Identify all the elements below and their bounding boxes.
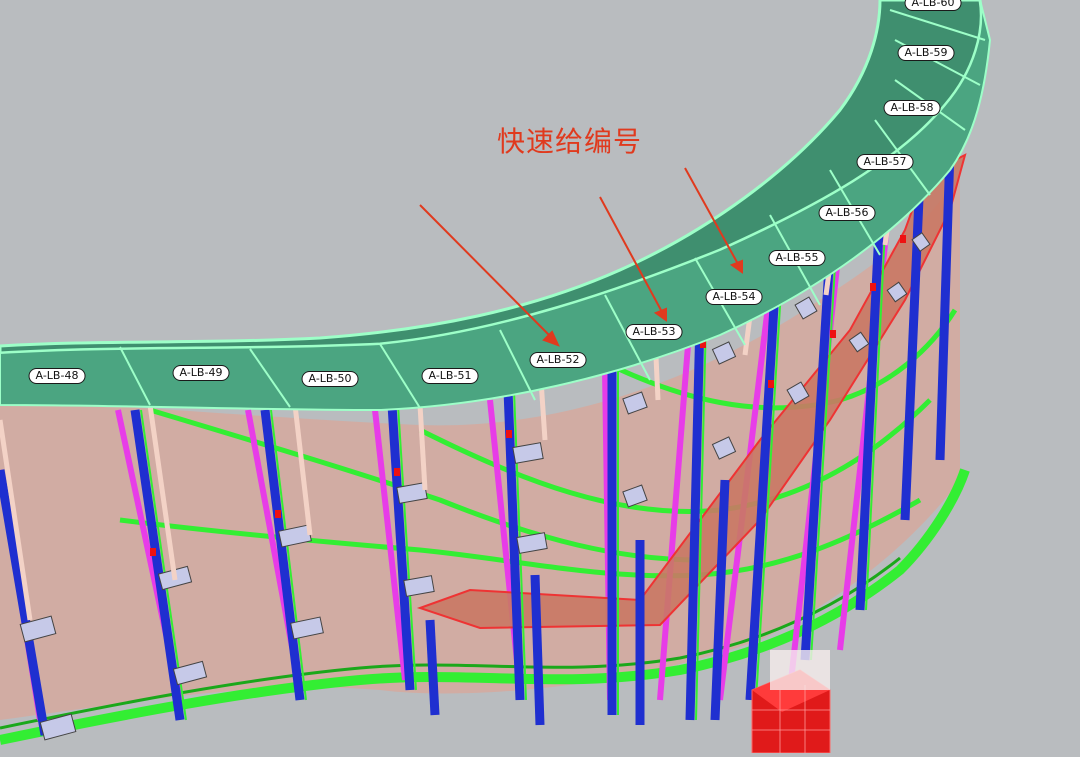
panel-label-49[interactable]: A-LB-49: [172, 365, 230, 381]
support-base-plate: [770, 650, 830, 690]
panel-label-60[interactable]: A-LB-60: [904, 0, 962, 11]
panel-label-56[interactable]: A-LB-56: [818, 205, 876, 221]
panel-label-50[interactable]: A-LB-50: [301, 371, 359, 387]
panel-label-58[interactable]: A-LB-58: [883, 100, 941, 116]
panel-label-55[interactable]: A-LB-55: [768, 250, 826, 266]
panel-label-51[interactable]: A-LB-51: [421, 368, 479, 384]
annotation-text: 快速给编号: [497, 125, 643, 158]
model-viewport[interactable]: 快速给编号 A-LB-48 A-LB-49 A-LB-50 A-LB-51 A-…: [0, 0, 1080, 754]
panel-label-48[interactable]: A-LB-48: [28, 368, 86, 384]
panel-label-52[interactable]: A-LB-52: [529, 352, 587, 368]
panel-label-53[interactable]: A-LB-53: [625, 324, 683, 340]
panel-label-54[interactable]: A-LB-54: [705, 289, 763, 305]
panel-label-59[interactable]: A-LB-59: [897, 45, 955, 61]
panel-label-57[interactable]: A-LB-57: [856, 154, 914, 170]
